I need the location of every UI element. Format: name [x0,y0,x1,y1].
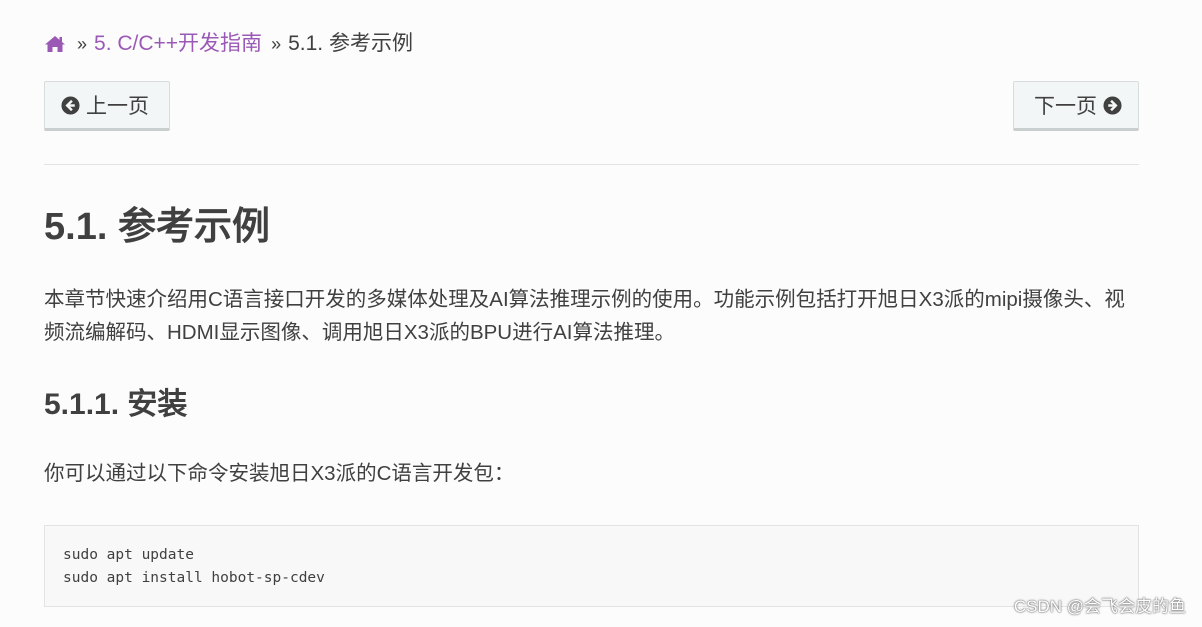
breadcrumb-current: 5.1. 参考示例 [288,32,413,55]
breadcrumb-separator: » [271,34,282,54]
divider [44,164,1139,165]
page-title: 5.1. 参考示例 [44,206,270,248]
prev-page-label: 上一页 [86,95,149,118]
arrow-circle-left-icon [61,95,80,115]
breadcrumb-separator: » [77,34,88,54]
install-paragraph: 你可以通过以下命令安装旭日X3派的C语言开发包： [44,462,515,485]
code-line: sudo apt update [63,547,194,563]
breadcrumb-section-link[interactable]: 5. C/C++开发指南 [94,30,262,58]
intro-paragraph: 本章节快速介绍用C语言接口开发的多媒体处理及AI算法推理示例的使用。功能示例包括… [44,288,1125,344]
code-line: sudo apt install hobot-sp-cdev [63,570,325,586]
code-block[interactable]: sudo apt update sudo apt install hobot-s… [44,525,1139,607]
next-page-button[interactable]: 下一页 [1013,81,1139,131]
arrow-circle-right-icon [1103,95,1122,115]
prev-page-button[interactable]: 上一页 [44,81,170,131]
watermark: CSDN @会飞会皮的鱼 [1013,597,1186,616]
next-page-label: 下一页 [1034,95,1097,118]
breadcrumb: » 5. C/C++开发指南 » 5.1. 参考示例 [44,30,413,58]
install-heading: 5.1.1. 安装 [44,388,188,421]
home-icon[interactable] [44,33,68,55]
doc-page: » 5. C/C++开发指南 » 5.1. 参考示例 上一页 下一页 5.1. … [0,0,1202,627]
